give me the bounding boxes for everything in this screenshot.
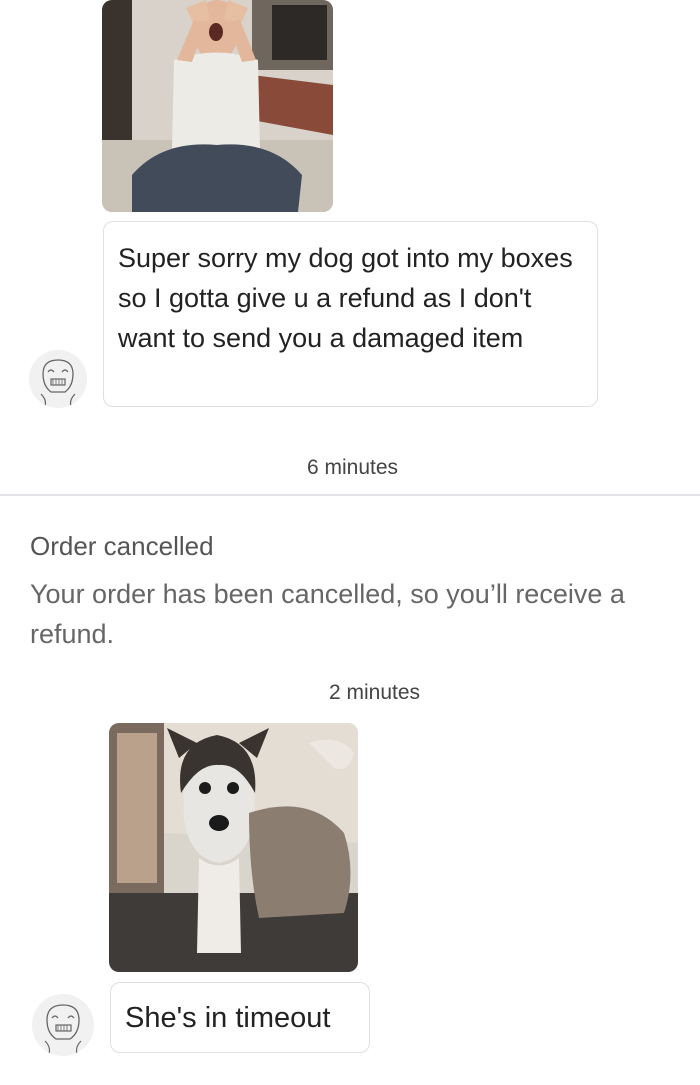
husky-dog-photo[interactable] xyxy=(109,723,358,972)
avatar[interactable] xyxy=(29,350,87,408)
message-bubble[interactable]: Super sorry my dog got into my boxes so … xyxy=(103,221,598,407)
message-timestamp: 6 minutes xyxy=(307,456,399,479)
message-bubble[interactable]: She's in timeout xyxy=(110,982,370,1053)
order-status-title: Order cancelled xyxy=(30,531,214,561)
message-panel-upper: Super sorry my dog got into my boxes so … xyxy=(0,0,700,496)
message-text: Super sorry my dog got into my boxes so … xyxy=(118,243,573,353)
message-text: She's in timeout xyxy=(125,1002,331,1034)
person-screaming-photo[interactable] xyxy=(102,0,333,212)
avatar[interactable] xyxy=(32,994,94,1056)
order-status-body: Your order has been cancelled, so you’ll… xyxy=(30,579,625,649)
message-timestamp: 2 minutes xyxy=(329,681,421,704)
